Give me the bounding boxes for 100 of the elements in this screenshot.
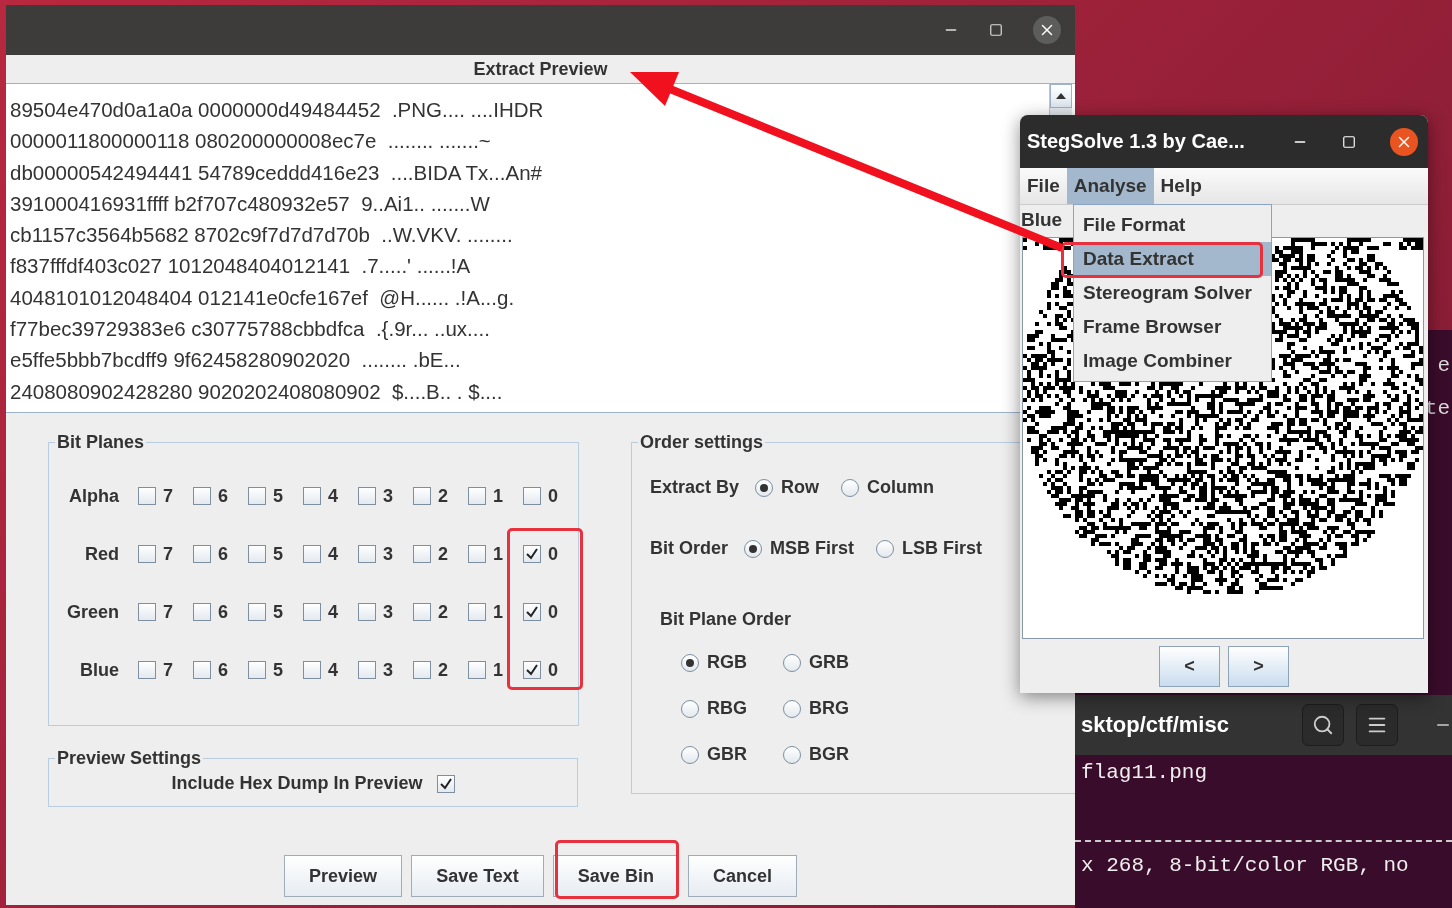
field-label: Bit Order (650, 538, 728, 559)
checkbox[interactable] (413, 661, 431, 679)
checkbox-label: 1 (493, 543, 503, 565)
radio-button[interactable] (876, 539, 895, 558)
radio-button[interactable] (783, 653, 801, 672)
dialog-button[interactable]: Preview (284, 855, 403, 897)
checkbox[interactable] (248, 661, 266, 679)
checkbox[interactable] (468, 603, 486, 621)
checkbox-label: 6 (218, 659, 228, 681)
search-button[interactable] (1302, 704, 1344, 746)
checkbox[interactable] (358, 487, 376, 505)
field-label: Extract By (650, 477, 740, 498)
radio-option[interactable]: BRG (783, 698, 863, 719)
checkbox[interactable] (138, 487, 156, 505)
checkbox-label: 6 (218, 601, 228, 623)
radio-option[interactable]: LSB First (876, 538, 983, 559)
dialog-button[interactable]: Cancel (687, 855, 797, 897)
checkbox[interactable] (193, 661, 211, 679)
terminal-line: x 268, 8-bit/color RGB, no (1080, 854, 1410, 877)
radio-label: MSB First (770, 538, 855, 559)
checkbox-label: 2 (438, 485, 448, 507)
checkbox[interactable] (468, 487, 486, 505)
radio-option[interactable]: Row (755, 477, 820, 498)
menu[interactable]: File (1020, 168, 1067, 204)
checkbox[interactable] (193, 603, 211, 621)
nav-button[interactable]: < (1159, 645, 1220, 687)
radio-button[interactable] (841, 478, 860, 497)
checkbox[interactable] (358, 661, 376, 679)
radio-label: GBR (707, 744, 747, 765)
radio-button[interactable] (681, 745, 699, 764)
radio-option[interactable]: GRB (783, 652, 863, 673)
radio-option[interactable]: MSB First (744, 538, 855, 559)
menu-button[interactable] (1356, 704, 1398, 746)
checkbox-label: 4 (328, 543, 338, 565)
dialog-button[interactable]: Save Text (411, 855, 544, 897)
checkbox[interactable] (303, 545, 321, 563)
caret-up-icon (1056, 93, 1066, 99)
checkbox[interactable] (413, 603, 431, 621)
checkbox-label: 5 (273, 485, 283, 507)
radio-button[interactable] (681, 653, 699, 672)
checkbox-label: 3 (383, 543, 393, 565)
radio-label: BGR (809, 744, 849, 765)
checkbox[interactable] (358, 545, 376, 563)
checkbox[interactable] (413, 487, 431, 505)
menu[interactable]: Analyse (1066, 168, 1154, 204)
dialog-button[interactable]: Save Bin (552, 855, 679, 897)
checkbox[interactable] (193, 487, 211, 505)
radio-option[interactable]: Column (841, 477, 935, 498)
radio-button[interactable] (783, 699, 801, 718)
checkbox[interactable] (138, 545, 156, 563)
checkbox-label: Include Hex Dump In Preview (171, 773, 423, 794)
checkbox[interactable] (523, 661, 541, 679)
radio-option[interactable]: BGR (783, 744, 863, 765)
checkbox-label: 7 (163, 601, 173, 623)
row-label: Green (65, 601, 119, 623)
checkbox[interactable] (468, 545, 486, 563)
terminal-text: e (1437, 354, 1451, 377)
radio-button[interactable] (755, 478, 774, 497)
checkbox[interactable] (523, 487, 541, 505)
maximize-icon[interactable] (989, 23, 1003, 37)
checkbox[interactable] (248, 545, 266, 563)
checkbox[interactable] (303, 487, 321, 505)
checkbox[interactable] (413, 545, 431, 563)
checkbox-label: 5 (273, 659, 283, 681)
checkbox[interactable] (523, 545, 541, 563)
hex-line: f837fffdf403c027 1012048404012141 .7.....' ......!A (10, 253, 472, 280)
checkbox[interactable] (303, 603, 321, 621)
checkbox[interactable] (248, 487, 266, 505)
checkbox-label: 5 (273, 601, 283, 623)
checkbox[interactable] (248, 603, 266, 621)
checkbox[interactable] (436, 774, 455, 793)
checkbox[interactable] (138, 661, 156, 679)
terminal-text: te (1424, 397, 1451, 420)
checkbox-label: 2 (438, 659, 448, 681)
hex-line: e5ffe5bbb7bcdff9 9f62458280902020 ........ .bE... (10, 347, 462, 374)
menu-item[interactable]: Image Combiner (1074, 344, 1271, 378)
checkbox-label: 1 (493, 485, 503, 507)
window-title: StegSolve 1.3 by Cae... (1027, 130, 1246, 153)
menu[interactable]: Help (1153, 168, 1209, 204)
close-button[interactable] (1390, 127, 1418, 156)
checkbox[interactable] (138, 603, 156, 621)
radio-option[interactable]: GBR (681, 744, 761, 765)
radio-label: LSB First (902, 538, 983, 559)
radio-button[interactable] (681, 699, 699, 718)
close-button[interactable] (1033, 16, 1061, 44)
checkbox[interactable] (468, 661, 486, 679)
radio-option[interactable]: RBG (681, 698, 761, 719)
radio-option[interactable]: RGB (681, 652, 761, 673)
radio-label: RBG (707, 698, 747, 719)
nav-button[interactable]: > (1228, 645, 1289, 687)
menu-item[interactable]: File Format (1074, 208, 1271, 242)
checkbox[interactable] (193, 545, 211, 563)
hex-line: f77bec39729383e6 c30775788cbbdfca .{.9r... ..ux.... (10, 316, 491, 343)
menu-item[interactable]: Stereogram Solver (1074, 276, 1271, 310)
checkbox[interactable] (303, 661, 321, 679)
radio-button[interactable] (744, 539, 762, 558)
checkbox[interactable] (358, 603, 376, 621)
checkbox[interactable] (523, 603, 541, 621)
radio-button[interactable] (783, 745, 801, 764)
menu-item[interactable]: Frame Browser (1074, 310, 1271, 344)
